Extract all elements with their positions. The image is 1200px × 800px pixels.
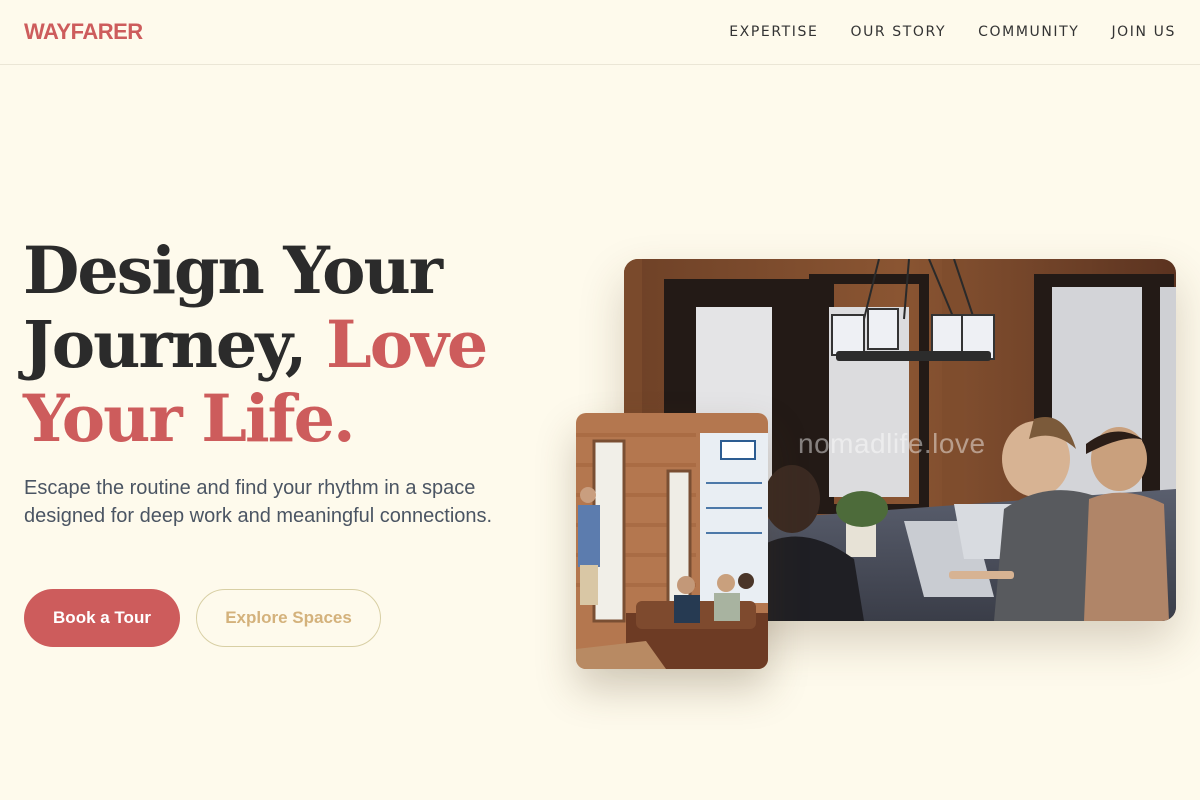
nav-item-our-story[interactable]: OUR STORY [850, 24, 946, 40]
nav-item-expertise[interactable]: EXPERTISE [729, 24, 818, 40]
book-tour-button[interactable]: Book a Tour [24, 589, 180, 647]
nav-item-join-us[interactable]: JOIN US [1111, 24, 1176, 40]
hero-title-accent-life: Your Life. [23, 381, 356, 457]
hero-subtitle: Escape the routine and find your rhythm … [24, 477, 493, 527]
coworking-photo-small [576, 413, 768, 669]
watermark-text: nomadlife.love [798, 428, 986, 459]
brand-logo[interactable]: WAYFARER [24, 19, 143, 45]
hero-title-line1: Design Your [23, 233, 443, 309]
site-header: WAYFARER EXPERTISE OUR STORY COMMUNITY J… [0, 0, 1200, 65]
hero-title-accent-love: Love [326, 307, 488, 383]
nav-item-community[interactable]: COMMUNITY [978, 24, 1079, 40]
main-nav: EXPERTISE OUR STORY COMMUNITY JOIN US [729, 24, 1176, 40]
hero-title-line2: Journey, [23, 307, 327, 383]
explore-spaces-button[interactable]: Explore Spaces [196, 589, 381, 647]
landing-page: WAYFARER EXPERTISE OUR STORY COMMUNITY J… [0, 0, 1200, 800]
hero-title: Design Your Journey, Love Your Life. [23, 234, 543, 456]
